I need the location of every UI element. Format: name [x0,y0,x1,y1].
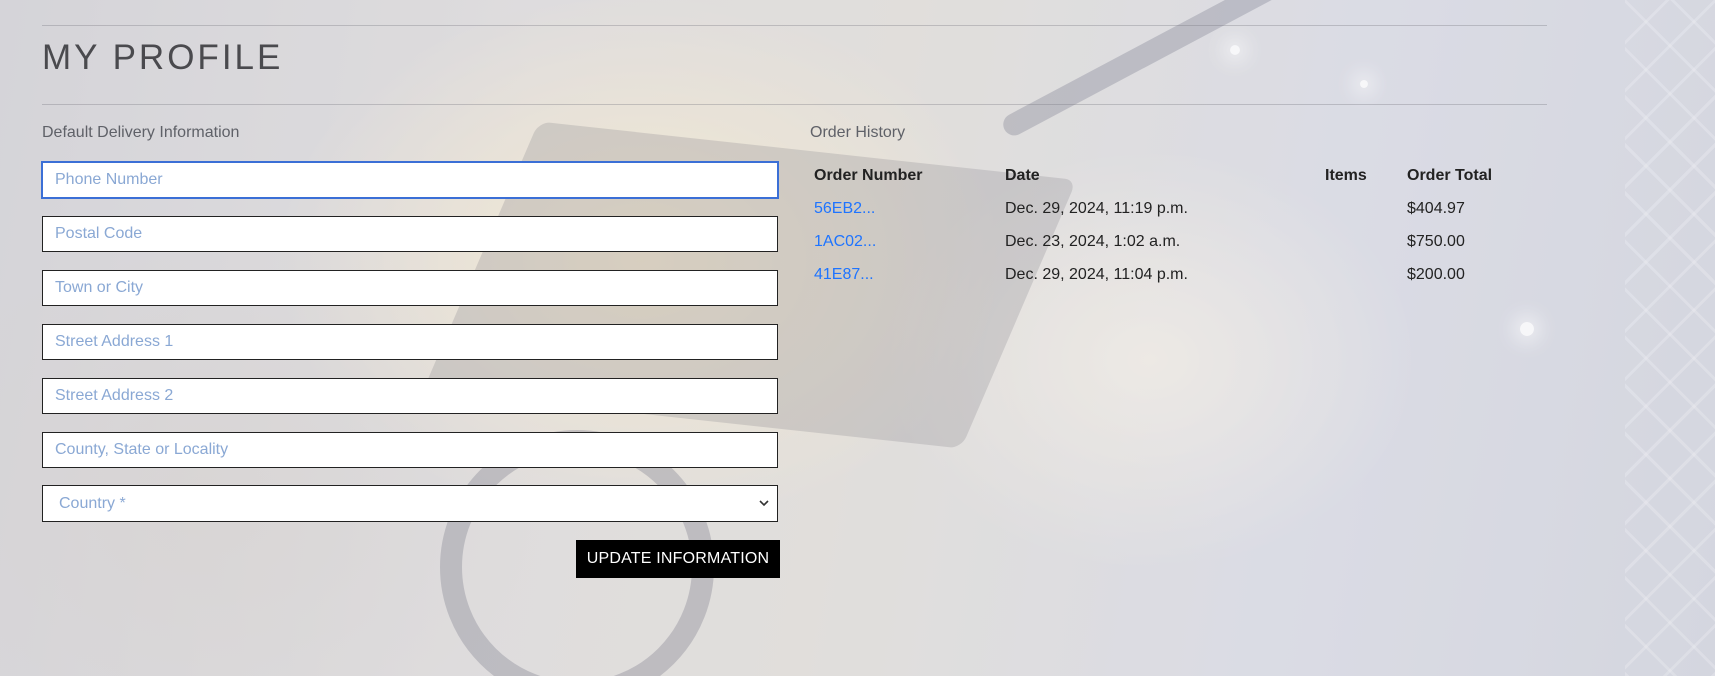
chevron-down-icon [759,500,769,507]
table-row: 41E87... Dec. 29, 2024, 11:04 p.m. $200.… [810,259,1561,292]
order-number-link[interactable]: 1AC02... [814,233,876,250]
order-items [1321,259,1403,292]
postal-code-input[interactable] [42,216,778,252]
order-date: Dec. 23, 2024, 1:02 a.m. [1005,232,1181,250]
table-row: 56EB2... Dec. 29, 2024, 11:19 p.m. $404.… [810,193,1561,226]
town-or-city-input[interactable] [42,270,778,306]
street-address-1-input[interactable] [42,324,778,360]
county-state-locality-input[interactable] [42,432,778,468]
order-date: Dec. 29, 2024, 11:04 p.m. [1005,265,1188,283]
order-number-link[interactable]: 41E87... [814,266,874,283]
update-information-button[interactable]: UPDATE INFORMATION [576,540,780,578]
street-address-2-input[interactable] [42,378,778,414]
column-header: Items [1325,167,1367,184]
column-header: Order Number [814,167,923,184]
country-select[interactable]: Country * [42,485,778,522]
order-total: $404.97 [1407,199,1465,217]
page-title: MY PROFILE [42,38,284,77]
table-row: 1AC02... Dec. 23, 2024, 1:02 a.m. $750.0… [810,226,1561,259]
order-history-table: Order Number Date Items Order Total 56EB… [810,160,1561,292]
column-header: Date [1005,167,1040,184]
divider [42,25,1547,26]
delivery-section-label: Default Delivery Information [42,124,240,141]
order-items [1321,193,1403,226]
divider [42,104,1547,105]
phone-number-input[interactable] [42,162,778,198]
order-items [1321,226,1403,259]
order-total: $200.00 [1407,265,1465,283]
order-date: Dec. 29, 2024, 11:19 p.m. [1005,199,1188,217]
country-select-value: Country * [59,494,126,512]
order-total: $750.00 [1407,232,1465,250]
table-header-row: Order Number Date Items Order Total [810,160,1561,193]
order-number-link[interactable]: 56EB2... [814,200,875,217]
column-header: Order Total [1407,167,1493,184]
profile-page: MY PROFILE Default Delivery Information … [0,0,1715,676]
order-history-label: Order History [810,124,906,141]
